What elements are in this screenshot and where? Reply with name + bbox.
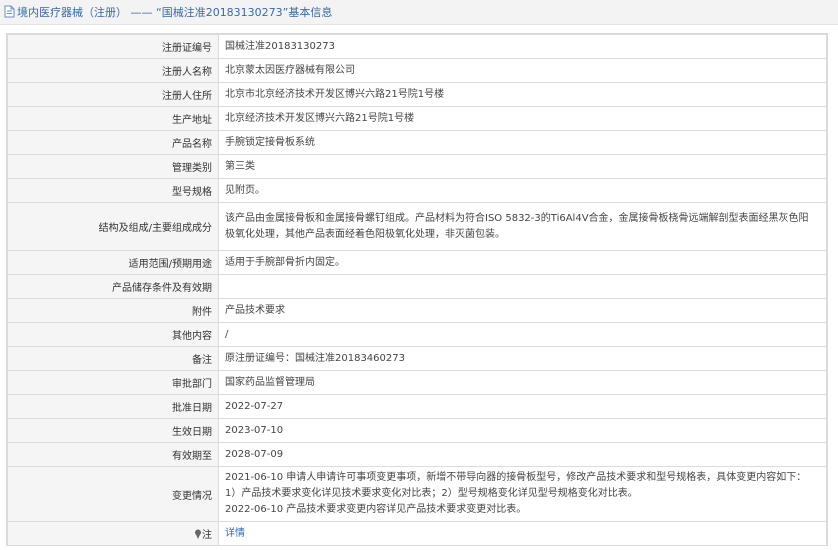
row-value: 产品技术要求 (218, 298, 827, 323)
value-line: 1）产品技术要求变化详见技术要求变化对比表；2）型号规格变化详见型号规格变化对比… (225, 488, 638, 499)
table-row: 生产地址 北京经济技术开发区博兴六路21号院1号楼 (7, 106, 827, 131)
row-value: 国家药品监督管理局 (218, 370, 827, 395)
row-label: 适用范围/预期用途 (7, 250, 219, 275)
row-label: 结构及组成/主要组成成分 (7, 202, 219, 251)
document-icon (4, 5, 16, 19)
table-row: 注 详情 (7, 521, 827, 546)
row-label: 审批部门 (7, 370, 219, 395)
row-label: 其他内容 (7, 322, 219, 347)
row-value: / (218, 322, 827, 347)
row-value: 适用于手腕部骨折内固定。 (218, 250, 827, 275)
row-value: 该产品由金属接骨板和金属接骨螺钉组成。产品材料为符合ISO 5832-3的Ti6… (218, 202, 827, 251)
table-row: 注册人住所 北京市北京经济技术开发区博兴六路21号院1号楼 (7, 82, 827, 107)
pin-icon (194, 529, 202, 539)
row-label: 生产地址 (7, 106, 219, 131)
row-label: 生效日期 (7, 418, 219, 443)
info-panel: 注册证编号 国械注准20183130273 注册人名称 北京蒙太因医疗器械有限公… (6, 33, 828, 546)
note-label: 注 (202, 530, 212, 541)
table-row: 有效期至 2028-07-09 (7, 442, 827, 467)
table-row: 产品储存条件及有效期 (7, 274, 827, 299)
row-value: 2028-07-09 (218, 442, 827, 467)
page-header: 境内医疗器械（注册） —— “国械注准20183130273”基本信息 (0, 0, 838, 25)
row-value: 手腕锁定接骨板系统 (218, 130, 827, 155)
row-label: 备注 (7, 346, 219, 371)
row-value: 国械注准20183130273 (218, 34, 827, 59)
table-row: 适用范围/预期用途 适用于手腕部骨折内固定。 (7, 250, 827, 275)
row-value: 2023-07-10 (218, 418, 827, 443)
row-value: 见附页。 (218, 178, 827, 203)
row-label: 批准日期 (7, 394, 219, 419)
table-row: 结构及组成/主要组成成分 该产品由金属接骨板和金属接骨螺钉组成。产品材料为符合I… (7, 202, 827, 251)
row-value: 第三类 (218, 154, 827, 179)
row-value: 2021-06-10 申请人申请许可事项变更事项，新增不带导向器的接骨板型号，修… (218, 466, 827, 522)
table-row: 其他内容 / (7, 322, 827, 347)
page-title: 境内医疗器械（注册） —— “国械注准20183130273”基本信息 (17, 6, 333, 19)
row-label: 注册人住所 (7, 82, 219, 107)
row-label: 注册证编号 (7, 34, 219, 59)
row-label: 附件 (7, 298, 219, 323)
table-row: 变更情况 2021-06-10 申请人申请许可事项变更事项，新增不带导向器的接骨… (7, 466, 827, 522)
table-row: 管理类别 第三类 (7, 154, 827, 179)
table-row: 注册证编号 国械注准20183130273 (7, 34, 827, 59)
row-label: 有效期至 (7, 442, 219, 467)
row-label: 型号规格 (7, 178, 219, 203)
table-row: 注册人名称 北京蒙太因医疗器械有限公司 (7, 58, 827, 83)
info-table: 注册证编号 国械注准20183130273 注册人名称 北京蒙太因医疗器械有限公… (7, 34, 827, 546)
row-value: 原注册证编号：国械注准20183460273 (218, 346, 827, 371)
table-row: 批准日期 2022-07-27 (7, 394, 827, 419)
row-value: 北京蒙太因医疗器械有限公司 (218, 58, 827, 83)
row-label: 注 (7, 521, 219, 546)
row-label: 管理类别 (7, 154, 219, 179)
row-label: 注册人名称 (7, 58, 219, 83)
row-label: 产品名称 (7, 130, 219, 155)
value-line: 2022-06-10 产品技术要求变更内容详见产品技术要求变更对比表。 (225, 504, 527, 515)
row-label: 产品储存条件及有效期 (7, 274, 219, 299)
table-row: 审批部门 国家药品监督管理局 (7, 370, 827, 395)
value-line: 2021-06-10 申请人申请许可事项变更事项，新增不带导向器的接骨板型号，修… (225, 472, 807, 483)
row-value: 2022-07-27 (218, 394, 827, 419)
table-row: 型号规格 见附页。 (7, 178, 827, 203)
row-value: 北京市北京经济技术开发区博兴六路21号院1号楼 (218, 82, 827, 107)
table-row: 生效日期 2023-07-10 (7, 418, 827, 443)
value-line: 极氧化处理，其他产品表面经着色阳极氧化处理，非灭菌包装。 (225, 228, 505, 240)
table-row: 备注 原注册证编号：国械注准20183460273 (7, 346, 827, 371)
row-value: 详情 (218, 521, 827, 546)
row-label: 变更情况 (7, 466, 219, 522)
value-line: 该产品由金属接骨板和金属接骨螺钉组成。产品材料为符合ISO 5832-3的Ti6… (225, 212, 809, 224)
table-row: 附件 产品技术要求 (7, 298, 827, 323)
table-row: 产品名称 手腕锁定接骨板系统 (7, 130, 827, 155)
row-value: 北京经济技术开发区博兴六路21号院1号楼 (218, 106, 827, 131)
row-value (218, 274, 827, 299)
details-link[interactable]: 详情 (225, 528, 245, 539)
